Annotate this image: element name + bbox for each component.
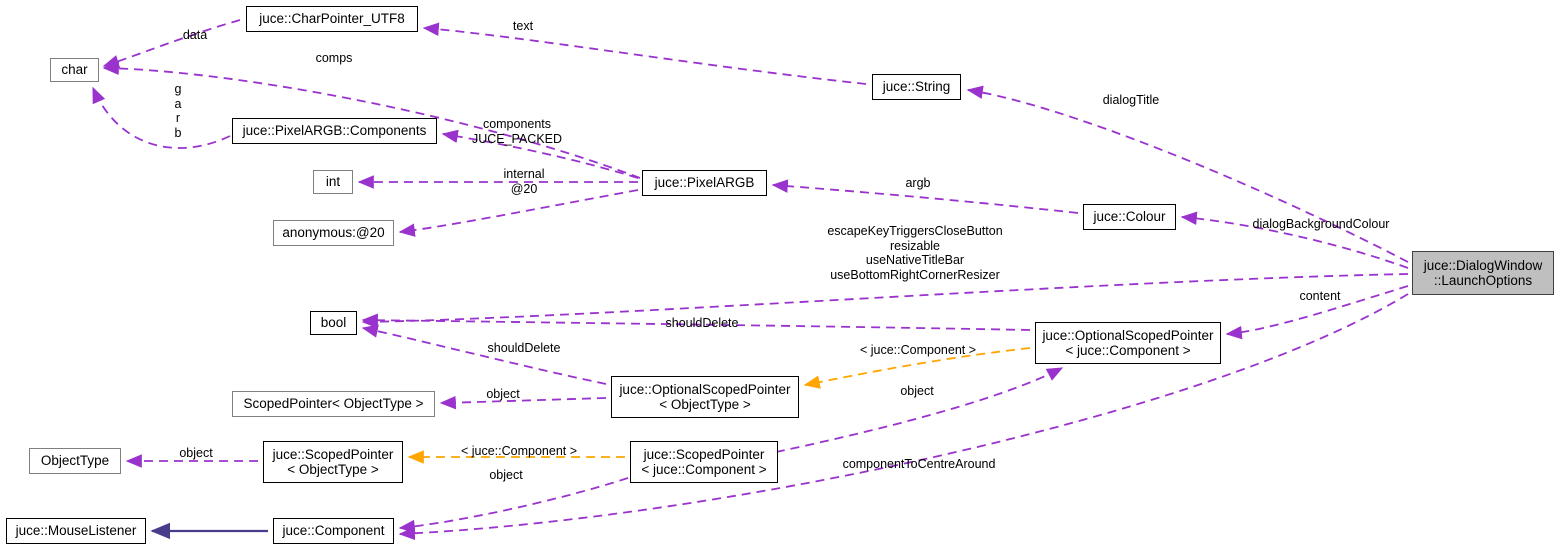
edge-usage bbox=[398, 293, 1409, 541]
edge-label: text bbox=[512, 19, 534, 33]
edge-usage bbox=[361, 324, 607, 385]
class-node-char[interactable]: char bbox=[50, 58, 99, 82]
class-node-bool[interactable]: bool bbox=[310, 311, 357, 335]
edge-label: < juce::Component > bbox=[859, 343, 977, 357]
edge-label: shouldDelete bbox=[665, 316, 739, 330]
edge-usage bbox=[92, 86, 231, 149]
edge-usage bbox=[102, 19, 241, 69]
class-node-sp_objtype_p[interactable]: ScopedPointer< ObjectType > bbox=[232, 391, 435, 417]
class-node-launchoptions[interactable]: juce::DialogWindow ::LaunchOptions bbox=[1412, 251, 1554, 295]
edge-label: object bbox=[489, 468, 523, 482]
class-node-component[interactable]: juce::Component bbox=[273, 518, 394, 544]
edge-usage bbox=[398, 477, 629, 534]
edge-usage bbox=[966, 85, 1409, 263]
class-node-objecttype[interactable]: ObjectType bbox=[29, 448, 121, 474]
edge-label: argb bbox=[905, 176, 931, 190]
edge-label: componentToCentreAround bbox=[842, 457, 996, 471]
edge-label: escapeKeyTriggersCloseButton resizable u… bbox=[827, 224, 1003, 282]
class-node-string[interactable]: juce::String bbox=[872, 74, 961, 100]
edge-label: object bbox=[179, 446, 213, 460]
edge-label: dialogBackgroundColour bbox=[1252, 217, 1390, 231]
class-node-osp_comp[interactable]: juce::OptionalScopedPointer < juce::Comp… bbox=[1035, 322, 1221, 364]
class-node-sp_comp[interactable]: juce::ScopedPointer < juce::Component > bbox=[630, 441, 778, 483]
edge-label: object bbox=[900, 384, 934, 398]
edge-usage bbox=[775, 367, 1064, 453]
edge-label: g a r b bbox=[174, 82, 182, 140]
class-node-mouselistener[interactable]: juce::MouseListener bbox=[6, 518, 146, 544]
edge-label: internal @20 bbox=[503, 167, 545, 196]
class-node-int[interactable]: int bbox=[313, 170, 353, 194]
class-node-charpointer[interactable]: juce::CharPointer_UTF8 bbox=[246, 6, 418, 32]
edge-label: components JUCE_PACKED bbox=[471, 117, 563, 146]
class-node-pixelargb[interactable]: juce::PixelARGB bbox=[642, 170, 767, 196]
edge-usage bbox=[422, 22, 867, 85]
edge-label: comps bbox=[315, 51, 353, 65]
edge-label: dialogTitle bbox=[1102, 93, 1160, 107]
class-node-colour[interactable]: juce::Colour bbox=[1083, 204, 1176, 230]
edge-label: object bbox=[486, 387, 520, 401]
class-node-anonymous[interactable]: anonymous:@20 bbox=[273, 220, 394, 246]
class-node-sp_objtype[interactable]: juce::ScopedPointer < ObjectType > bbox=[263, 441, 403, 483]
edge-label: < juce::Component > bbox=[460, 444, 578, 458]
edge-layer bbox=[92, 19, 1409, 541]
uml-collaboration-diagram: juce::CharPointer_UTF8charjuce::PixelARG… bbox=[0, 0, 1559, 551]
edge-label: shouldDelete bbox=[487, 341, 561, 355]
edge-usage bbox=[398, 189, 639, 237]
class-node-pixelcomp[interactable]: juce::PixelARGB::Components bbox=[232, 118, 437, 144]
edge-label: data bbox=[182, 28, 208, 42]
class-node-osp_obj[interactable]: juce::OptionalScopedPointer < ObjectType… bbox=[611, 376, 799, 418]
edge-label: content bbox=[1299, 289, 1341, 303]
